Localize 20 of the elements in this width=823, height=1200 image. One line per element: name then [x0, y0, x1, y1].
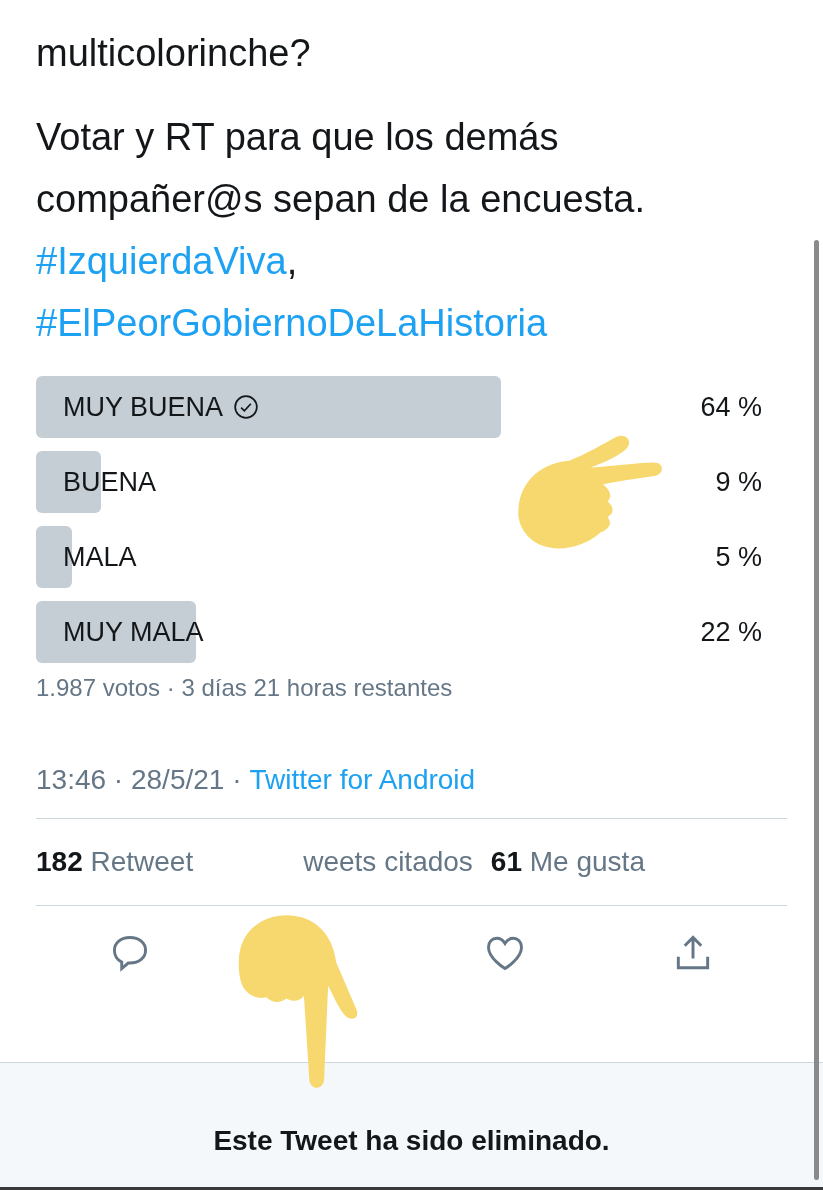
poll-option-label: BUENA: [63, 466, 157, 498]
tweet-text: Votar y RT para que los demás compañer@s sepan de la encuesta.: [36, 115, 646, 222]
poll-percent: 64 %: [700, 391, 762, 423]
poll-option-label: MUY BUENA: [63, 391, 224, 423]
timestamp: 13:46 · 28/5/21 ·: [36, 764, 242, 796]
poll-percent: 9 %: [715, 466, 762, 498]
stat-text[interactable]: 61 Me gusta: [490, 846, 645, 878]
stat-text[interactable]: weets citados: [303, 846, 473, 878]
stat-text[interactable]: 182 Retweet: [36, 846, 194, 878]
poll-option-label: MUY MALA: [63, 616, 204, 648]
poll-summary: 1.987 votos · 3 días 21 horas restantes: [36, 674, 454, 702]
tweet-text: multicolorinche?: [36, 31, 312, 76]
poll-percent: 5 %: [715, 541, 762, 573]
hashtag-link[interactable]: #ElPeorGobiernoDeLaHistoria: [36, 292, 548, 354]
comma: ,: [286, 239, 298, 284]
poll-percent: 22 %: [700, 616, 762, 648]
poll-option-label: MALA: [63, 541, 137, 573]
source-link[interactable]: Twitter for Android: [249, 764, 476, 796]
hashtag-link[interactable]: #IzquierdaViva: [36, 230, 287, 292]
deleted-notice: Este Tweet ha sido eliminado.: [213, 1125, 610, 1157]
